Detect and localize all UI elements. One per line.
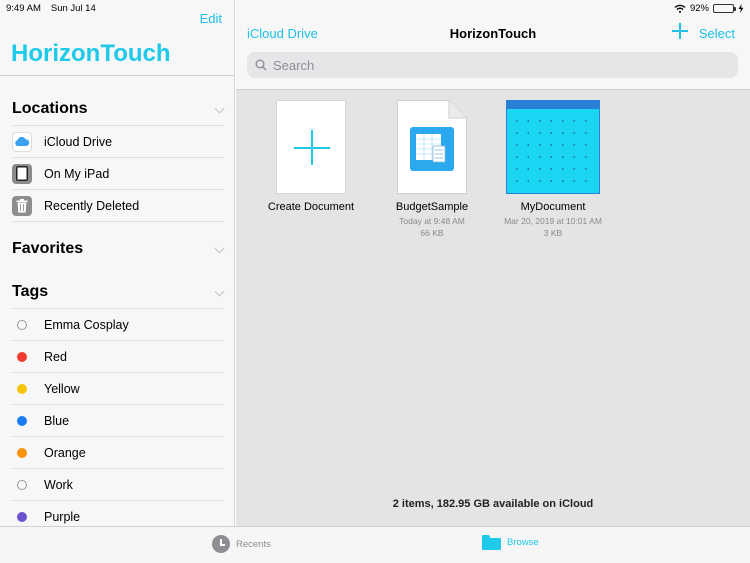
tag-dot-icon [17,479,27,490]
tags-title: Tags [12,283,49,300]
tags-header[interactable]: Tags [12,281,224,303]
item-date: Today at 9:48 AM [399,216,465,226]
app-title: HorizonTouch [11,40,171,67]
thumbnail-grid [511,115,595,189]
sidebar-item-label: Recently Deleted [44,198,140,213]
tag-label: Red [44,349,67,364]
tag-label: Orange [44,445,86,460]
file-browser: iCloud Drive HorizonTouch Select Search … [236,0,750,526]
tag-item-work[interactable]: Work [12,468,224,500]
tag-label: Purple [44,509,81,524]
ipad-icon [12,163,32,184]
battery-icon [713,3,736,13]
icloud-icon [12,131,32,152]
tag-dot-icon [17,319,27,330]
tag-item-yellow[interactable]: Yellow [12,372,224,404]
item-name: MyDocument [520,201,586,213]
spreadsheet-doc-icon [397,100,467,194]
item-size: 3 KB [543,228,563,238]
chevron-down-icon[interactable] [215,245,224,254]
tag-dot-icon [17,383,27,394]
row-divider [12,221,224,222]
tag-item-purple[interactable]: Purple [12,500,224,526]
sidebar-item-label: iCloud Drive [44,134,113,149]
clock-icon [212,535,230,553]
tab-bar: Recents Browse [0,526,750,563]
favorites-header[interactable]: Favorites [12,238,224,260]
sidebar: Edit HorizonTouch Locations iCloud Drive… [0,0,235,526]
trash-icon [12,195,32,216]
tag-item-blue[interactable]: Blue [12,404,224,436]
folder-icon [482,535,501,550]
search-input[interactable]: Search [247,52,738,78]
search-icon [255,59,267,71]
tag-dot-icon [17,447,27,458]
tag-dot-icon [17,415,27,426]
tag-label: Work [44,477,73,492]
status-time: 9:49 AM [6,2,41,14]
battery-percent: 92% [689,2,709,14]
item-date: Mar 20, 2019 at 10:01 AM [504,216,602,226]
thumbnail-toolbar [507,101,599,109]
chevron-down-icon[interactable] [215,288,224,297]
sidebar-item-recently-deleted[interactable]: Recently Deleted [12,189,224,221]
item-name: BudgetSample [395,201,469,213]
tag-label: Yellow [44,381,80,396]
tab-recents[interactable]: Recents [212,535,271,553]
tag-label: Emma Cosplay [44,317,129,332]
chevron-down-icon[interactable] [215,105,224,114]
file-item-mydocument[interactable]: MyDocument Mar 20, 2019 at 10:01 AM 3 KB [493,100,613,239]
sidebar-item-icloud-drive[interactable]: iCloud Drive [12,125,224,157]
search-placeholder: Search [273,57,315,73]
add-icon[interactable] [672,23,688,39]
tag-label: Blue [44,413,70,428]
storage-info: 2 items, 182.95 GB available on iCloud [392,498,594,510]
tag-dot-icon [17,351,27,362]
tab-browse[interactable]: Browse [482,535,539,550]
sidebar-item-on-my-ipad[interactable]: On My iPad [12,157,224,189]
locations-header[interactable]: Locations [12,98,224,120]
item-size: 66 KB [420,228,444,238]
wifi-icon [674,4,686,13]
tag-item-emma-cosplay[interactable]: Emma Cosplay [12,308,224,340]
status-date: Sun Jul 14 [50,2,96,14]
status-bar: 9:49 AM Sun Jul 14 92% [0,0,750,16]
file-item-budgetsample[interactable]: BudgetSample Today at 9:48 AM 66 KB [372,100,492,239]
document-thumbnail[interactable] [506,100,600,194]
tab-label: Browse [507,537,539,548]
create-document-item[interactable]: Create Document [251,100,371,213]
sidebar-divider [0,75,234,76]
tag-item-red[interactable]: Red [12,340,224,372]
favorites-title: Favorites [12,240,84,257]
status-right: 92% [674,3,744,14]
sidebar-item-label: On My iPad [44,166,110,181]
tab-label: Recents [236,538,271,550]
select-button[interactable]: Select [699,26,735,41]
plus-icon[interactable] [276,100,346,194]
charging-bolt-icon [738,3,744,13]
locations-title: Locations [12,100,88,117]
document-thumbnail[interactable] [397,100,467,194]
tag-dot-icon [17,511,27,522]
tag-item-orange[interactable]: Orange [12,436,224,468]
item-name: Create Document [267,201,355,213]
